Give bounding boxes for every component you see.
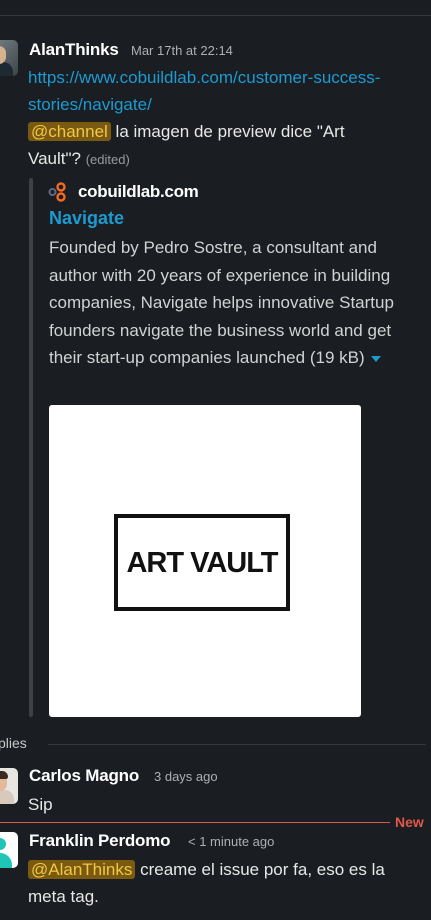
attachment-preview-image[interactable]: ART VAULT xyxy=(49,405,361,717)
reply-timestamp-franklin[interactable]: < 1 minute ago xyxy=(188,834,274,849)
reply-timestamp-carlos[interactable]: 3 days ago xyxy=(154,769,218,784)
message-timestamp[interactable]: Mar 17th at 22:14 xyxy=(131,43,233,58)
message-text: la imagen de preview dice "Art xyxy=(110,122,345,141)
edited-label: (edited) xyxy=(85,152,130,167)
top-divider xyxy=(0,15,431,16)
avatar-carlos-magno[interactable] xyxy=(0,768,18,804)
user-mention[interactable]: @AlanThinks xyxy=(28,860,136,879)
reply-text-franklin: @AlanThinks creame el issue por fa, eso … xyxy=(28,860,385,906)
avatar-alanthinks[interactable] xyxy=(0,40,18,76)
author-name[interactable]: AlanThinks xyxy=(29,40,119,60)
art-vault-logo: ART VAULT xyxy=(114,514,290,611)
chevron-down-icon[interactable] xyxy=(370,355,381,362)
message-link[interactable]: https://www.cobuildlab.com/customer-succ… xyxy=(28,68,380,114)
new-messages-label: New xyxy=(395,814,424,830)
avatar-franklin-perdomo[interactable] xyxy=(0,832,18,868)
message-body: https://www.cobuildlab.com/customer-succ… xyxy=(28,64,428,173)
reply-text-carlos: Sip xyxy=(28,795,53,814)
reply-author-carlos[interactable]: Carlos Magno xyxy=(29,766,139,786)
reply-author-franklin[interactable]: Franklin Perdomo xyxy=(29,831,171,851)
replies-label: plies xyxy=(0,735,27,751)
attachment-title-link[interactable]: Navigate xyxy=(49,208,124,229)
attachment-bar xyxy=(29,178,33,717)
attachment-site-name: cobuildlab.com xyxy=(78,182,199,201)
cobuildlab-logo-icon xyxy=(48,182,66,202)
channel-mention[interactable]: @channel xyxy=(28,122,111,141)
attachment-description: Founded by Pedro Sostre, a consultant an… xyxy=(49,238,394,367)
message-text-cont: Vault"? xyxy=(28,149,81,168)
attachment-size: (19 kB) xyxy=(309,348,365,367)
replies-divider xyxy=(48,744,426,745)
new-messages-divider xyxy=(0,822,390,823)
